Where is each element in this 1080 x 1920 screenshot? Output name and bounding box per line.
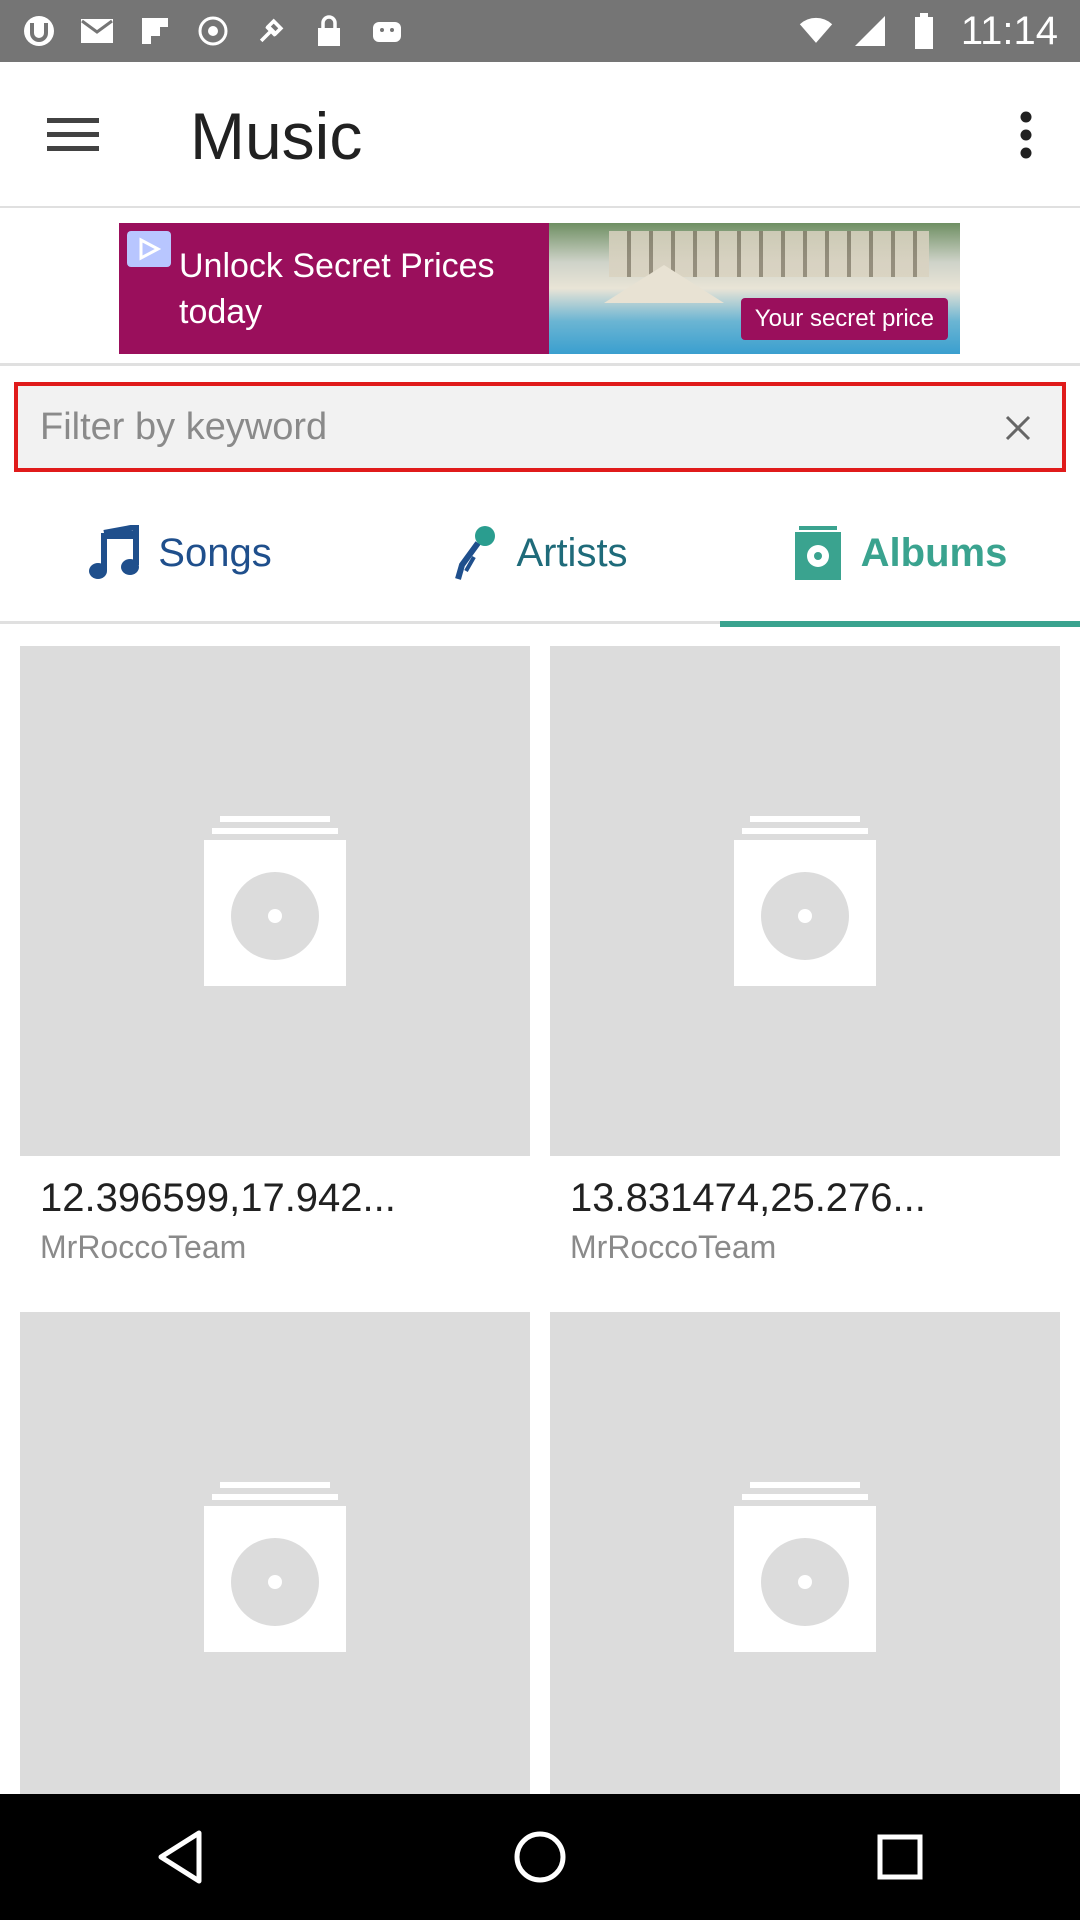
back-triangle-icon	[158, 1830, 202, 1884]
status-time: 11:14	[960, 8, 1058, 53]
ad-container: Unlock Secret Prices today Your secret p…	[0, 210, 1080, 366]
microphone-icon	[455, 526, 496, 580]
albums-grid: 12.396599,17.942... MrRoccoTeam 13.83147…	[0, 644, 1080, 1794]
home-circle-icon	[514, 1831, 566, 1883]
battery-icon	[907, 13, 941, 49]
system-nav-bar	[0, 1794, 1080, 1920]
hamburger-menu-icon	[47, 118, 99, 151]
filter-container	[14, 382, 1066, 472]
more-vert-icon	[1020, 111, 1032, 159]
album-card[interactable]: 13.831474,25.276... MrRoccoTeam	[550, 646, 1060, 1266]
tab-songs-label: Songs	[158, 530, 272, 575]
flipboard-icon	[138, 14, 172, 48]
ad-headline: Unlock Secret Prices today	[179, 247, 495, 331]
album-card[interactable]: 12.396599,17.942... MrRoccoTeam	[20, 646, 530, 1266]
ad-cta-button[interactable]: Your secret price	[740, 298, 948, 340]
more-options-button[interactable]	[998, 98, 1054, 172]
album-art-placeholder	[20, 1312, 530, 1794]
tab-bar: Songs Artists Albums	[0, 482, 1080, 627]
tab-artists-label: Artists	[516, 530, 628, 575]
album-art-placeholder	[550, 646, 1060, 1156]
vpn-icon	[196, 14, 230, 48]
page-title: Music	[190, 99, 363, 173]
album-icon	[794, 526, 841, 580]
recents-square-icon	[877, 1834, 923, 1880]
album-art-placeholder	[550, 1312, 1060, 1794]
album-artist: MrRoccoTeam	[570, 1229, 777, 1265]
close-icon	[1005, 415, 1031, 441]
back-button[interactable]	[120, 1797, 240, 1917]
android-icon	[370, 14, 404, 48]
tab-artists[interactable]: Artists	[360, 482, 720, 624]
status-bar: 11:14	[0, 0, 1080, 62]
album-placeholder-icon	[204, 1482, 346, 1652]
mail-icon	[80, 14, 114, 48]
clear-filter-button[interactable]	[990, 400, 1046, 456]
wifi-icon	[799, 14, 833, 48]
album-placeholder-icon	[734, 816, 876, 986]
tab-albums[interactable]: Albums	[720, 482, 1080, 627]
ad-play-icon	[127, 231, 171, 267]
tab-albums-label: Albums	[860, 530, 1008, 575]
signal-icon	[853, 14, 887, 48]
album-placeholder-icon	[734, 1482, 876, 1652]
album-card[interactable]	[550, 1312, 1060, 1794]
tab-songs[interactable]: Songs	[0, 482, 360, 624]
fake-gps-icon	[254, 14, 288, 48]
menu-button[interactable]	[36, 102, 110, 168]
album-placeholder-icon	[204, 816, 346, 986]
album-art-placeholder	[20, 646, 530, 1156]
filter-input[interactable]	[40, 394, 970, 460]
album-artist: MrRoccoTeam	[40, 1229, 247, 1265]
ad-banner[interactable]: Unlock Secret Prices today Your secret p…	[119, 223, 960, 354]
album-title: 13.831474,25.276...	[570, 1176, 926, 1220]
music-note-icon	[89, 525, 140, 579]
album-card[interactable]	[20, 1312, 530, 1794]
lock-icon	[312, 14, 346, 48]
utorrent-icon	[22, 14, 56, 48]
album-title: 12.396599,17.942...	[40, 1176, 396, 1220]
app-bar: Music	[0, 62, 1080, 208]
recents-button[interactable]	[840, 1797, 960, 1917]
home-button[interactable]	[480, 1797, 600, 1917]
